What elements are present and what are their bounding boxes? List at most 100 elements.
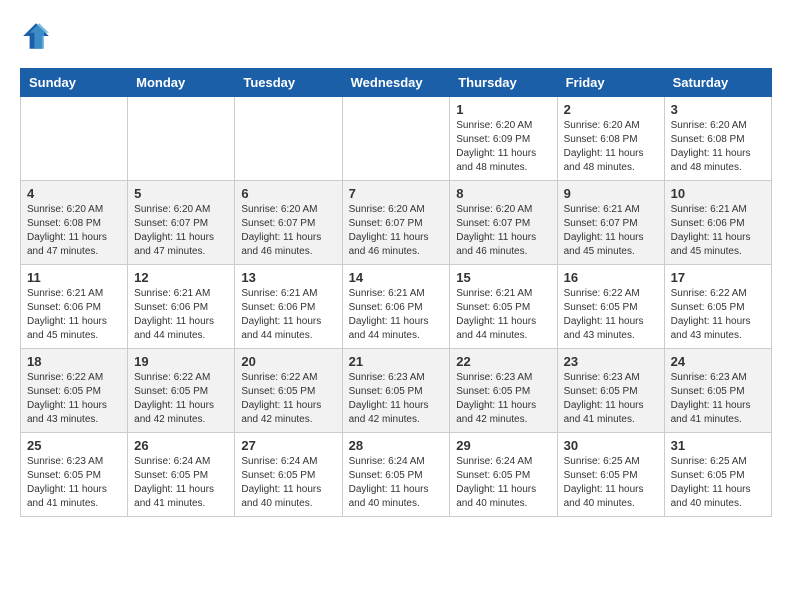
day-header-monday: Monday xyxy=(128,69,235,97)
calendar-cell: 24 Sunrise: 6:23 AM Sunset: 6:05 PM Dayli… xyxy=(664,349,771,433)
day-info: Sunrise: 6:20 AM Sunset: 6:08 PM Dayligh… xyxy=(564,119,658,175)
calendar-cell: 1 Sunrise: 6:20 AM Sunset: 6:09 PM Daylig… xyxy=(450,97,557,181)
day-info: Sunrise: 6:21 AM Sunset: 6:06 PM Dayligh… xyxy=(134,287,228,343)
day-info: Sunrise: 6:22 AM Sunset: 6:05 PM Dayligh… xyxy=(241,371,335,427)
day-info: Sunrise: 6:21 AM Sunset: 6:05 PM Dayligh… xyxy=(456,287,550,343)
day-number: 9 xyxy=(564,186,658,201)
calendar-cell: 12 Sunrise: 6:21 AM Sunset: 6:06 PM Dayli… xyxy=(128,265,235,349)
calendar-cell: 6 Sunrise: 6:20 AM Sunset: 6:07 PM Daylig… xyxy=(235,181,342,265)
day-number: 28 xyxy=(349,438,444,453)
day-number: 24 xyxy=(671,354,765,369)
day-number: 25 xyxy=(27,438,121,453)
day-info: Sunrise: 6:21 AM Sunset: 6:06 PM Dayligh… xyxy=(671,203,765,259)
day-number: 11 xyxy=(27,270,121,285)
day-number: 30 xyxy=(564,438,658,453)
day-info: Sunrise: 6:23 AM Sunset: 6:05 PM Dayligh… xyxy=(27,455,121,511)
calendar-cell: 14Sunrise: 6:21 AM Sunset: 6:06 PM Dayli… xyxy=(342,265,450,349)
calendar-cell xyxy=(128,97,235,181)
day-info: Sunrise: 6:25 AM Sunset: 6:05 PM Dayligh… xyxy=(671,455,765,511)
calendar-cell: 30Sunrise: 6:25 AM Sunset: 6:05 PM Dayli… xyxy=(557,433,664,517)
day-number: 4 xyxy=(27,186,121,201)
day-info: Sunrise: 6:21 AM Sunset: 6:06 PM Dayligh… xyxy=(241,287,335,343)
day-info: Sunrise: 6:22 AM Sunset: 6:05 PM Dayligh… xyxy=(564,287,658,343)
day-info: Sunrise: 6:20 AM Sunset: 6:09 PM Dayligh… xyxy=(456,119,550,175)
calendar-cell xyxy=(21,97,128,181)
day-number: 3 xyxy=(671,102,765,117)
day-info: Sunrise: 6:21 AM Sunset: 6:06 PM Dayligh… xyxy=(27,287,121,343)
day-header-friday: Friday xyxy=(557,69,664,97)
day-header-sunday: Sunday xyxy=(21,69,128,97)
day-info: Sunrise: 6:20 AM Sunset: 6:08 PM Dayligh… xyxy=(671,119,765,175)
calendar-cell: 28 Sunrise: 6:24 AM Sunset: 6:05 PM Dayli… xyxy=(342,433,450,517)
day-info: Sunrise: 6:24 AM Sunset: 6:05 PM Dayligh… xyxy=(349,455,444,511)
day-number: 1 xyxy=(456,102,550,117)
calendar-cell: 23 Sunrise: 6:23 AM Sunset: 6:05 PM Dayli… xyxy=(557,349,664,433)
day-number: 14 xyxy=(349,270,444,285)
calendar-cell: 27 Sunrise: 6:24 AM Sunset: 6:05 PM Dayli… xyxy=(235,433,342,517)
day-number: 22 xyxy=(456,354,550,369)
day-number: 23 xyxy=(564,354,658,369)
calendar-cell: 7 Sunrise: 6:20 AM Sunset: 6:07 PM Daylig… xyxy=(342,181,450,265)
calendar-cell xyxy=(235,97,342,181)
calendar-cell: 20 Sunrise: 6:22 AM Sunset: 6:05 PM Dayli… xyxy=(235,349,342,433)
calendar-cell: 22 Sunrise: 6:23 AM Sunset: 6:05 PM Dayli… xyxy=(450,349,557,433)
day-info: Sunrise: 6:24 AM Sunset: 6:05 PM Dayligh… xyxy=(134,455,228,511)
calendar-cell: 19Sunrise: 6:22 AM Sunset: 6:05 PM Dayli… xyxy=(128,349,235,433)
calendar-cell: 3 Sunrise: 6:20 AM Sunset: 6:08 PM Daylig… xyxy=(664,97,771,181)
day-info: Sunrise: 6:20 AM Sunset: 6:07 PM Dayligh… xyxy=(241,203,335,259)
day-header-wednesday: Wednesday xyxy=(342,69,450,97)
day-number: 8 xyxy=(456,186,550,201)
calendar-cell: 31 Sunrise: 6:25 AM Sunset: 6:05 PM Dayli… xyxy=(664,433,771,517)
calendar-cell: 5 Sunrise: 6:20 AM Sunset: 6:07 PM Daylig… xyxy=(128,181,235,265)
day-number: 19 xyxy=(134,354,228,369)
day-info: Sunrise: 6:23 AM Sunset: 6:05 PM Dayligh… xyxy=(671,371,765,427)
logo-icon xyxy=(20,20,52,52)
day-number: 5 xyxy=(134,186,228,201)
day-info: Sunrise: 6:20 AM Sunset: 6:07 PM Dayligh… xyxy=(134,203,228,259)
day-number: 16 xyxy=(564,270,658,285)
day-info: Sunrise: 6:22 AM Sunset: 6:05 PM Dayligh… xyxy=(671,287,765,343)
calendar: SundayMondayTuesdayWednesdayThursdayFrid… xyxy=(20,68,772,517)
day-number: 27 xyxy=(241,438,335,453)
day-header-thursday: Thursday xyxy=(450,69,557,97)
calendar-cell: 9 Sunrise: 6:21 AM Sunset: 6:07 PM Daylig… xyxy=(557,181,664,265)
calendar-cell: 16 Sunrise: 6:22 AM Sunset: 6:05 PM Dayli… xyxy=(557,265,664,349)
day-number: 6 xyxy=(241,186,335,201)
day-number: 7 xyxy=(349,186,444,201)
calendar-cell: 11 Sunrise: 6:21 AM Sunset: 6:06 PM Dayli… xyxy=(21,265,128,349)
day-number: 17 xyxy=(671,270,765,285)
day-info: Sunrise: 6:20 AM Sunset: 6:07 PM Dayligh… xyxy=(349,203,444,259)
day-number: 31 xyxy=(671,438,765,453)
day-number: 15 xyxy=(456,270,550,285)
day-number: 29 xyxy=(456,438,550,453)
day-number: 18 xyxy=(27,354,121,369)
calendar-cell: 13Sunrise: 6:21 AM Sunset: 6:06 PM Dayli… xyxy=(235,265,342,349)
day-info: Sunrise: 6:23 AM Sunset: 6:05 PM Dayligh… xyxy=(456,371,550,427)
logo xyxy=(20,20,56,52)
calendar-cell: 26 Sunrise: 6:24 AM Sunset: 6:05 PM Dayli… xyxy=(128,433,235,517)
day-number: 10 xyxy=(671,186,765,201)
calendar-cell: 8Sunrise: 6:20 AM Sunset: 6:07 PM Daylig… xyxy=(450,181,557,265)
day-number: 20 xyxy=(241,354,335,369)
calendar-week-3: 11 Sunrise: 6:21 AM Sunset: 6:06 PM Dayli… xyxy=(21,265,772,349)
day-info: Sunrise: 6:23 AM Sunset: 6:05 PM Dayligh… xyxy=(564,371,658,427)
day-info: Sunrise: 6:23 AM Sunset: 6:05 PM Dayligh… xyxy=(349,371,444,427)
calendar-cell: 10 Sunrise: 6:21 AM Sunset: 6:06 PM Dayli… xyxy=(664,181,771,265)
day-number: 21 xyxy=(349,354,444,369)
day-info: Sunrise: 6:24 AM Sunset: 6:05 PM Dayligh… xyxy=(241,455,335,511)
calendar-cell xyxy=(342,97,450,181)
page-header xyxy=(20,20,772,52)
day-header-tuesday: Tuesday xyxy=(235,69,342,97)
day-number: 2 xyxy=(564,102,658,117)
day-info: Sunrise: 6:24 AM Sunset: 6:05 PM Dayligh… xyxy=(456,455,550,511)
day-number: 12 xyxy=(134,270,228,285)
calendar-cell: 29 Sunrise: 6:24 AM Sunset: 6:05 PM Dayli… xyxy=(450,433,557,517)
calendar-cell: 17 Sunrise: 6:22 AM Sunset: 6:05 PM Dayli… xyxy=(664,265,771,349)
day-info: Sunrise: 6:21 AM Sunset: 6:07 PM Dayligh… xyxy=(564,203,658,259)
calendar-week-5: 25 Sunrise: 6:23 AM Sunset: 6:05 PM Dayli… xyxy=(21,433,772,517)
calendar-week-1: 1 Sunrise: 6:20 AM Sunset: 6:09 PM Daylig… xyxy=(21,97,772,181)
day-header-saturday: Saturday xyxy=(664,69,771,97)
calendar-week-2: 4Sunrise: 6:20 AM Sunset: 6:08 PM Daylig… xyxy=(21,181,772,265)
calendar-cell: 18Sunrise: 6:22 AM Sunset: 6:05 PM Dayli… xyxy=(21,349,128,433)
day-number: 26 xyxy=(134,438,228,453)
